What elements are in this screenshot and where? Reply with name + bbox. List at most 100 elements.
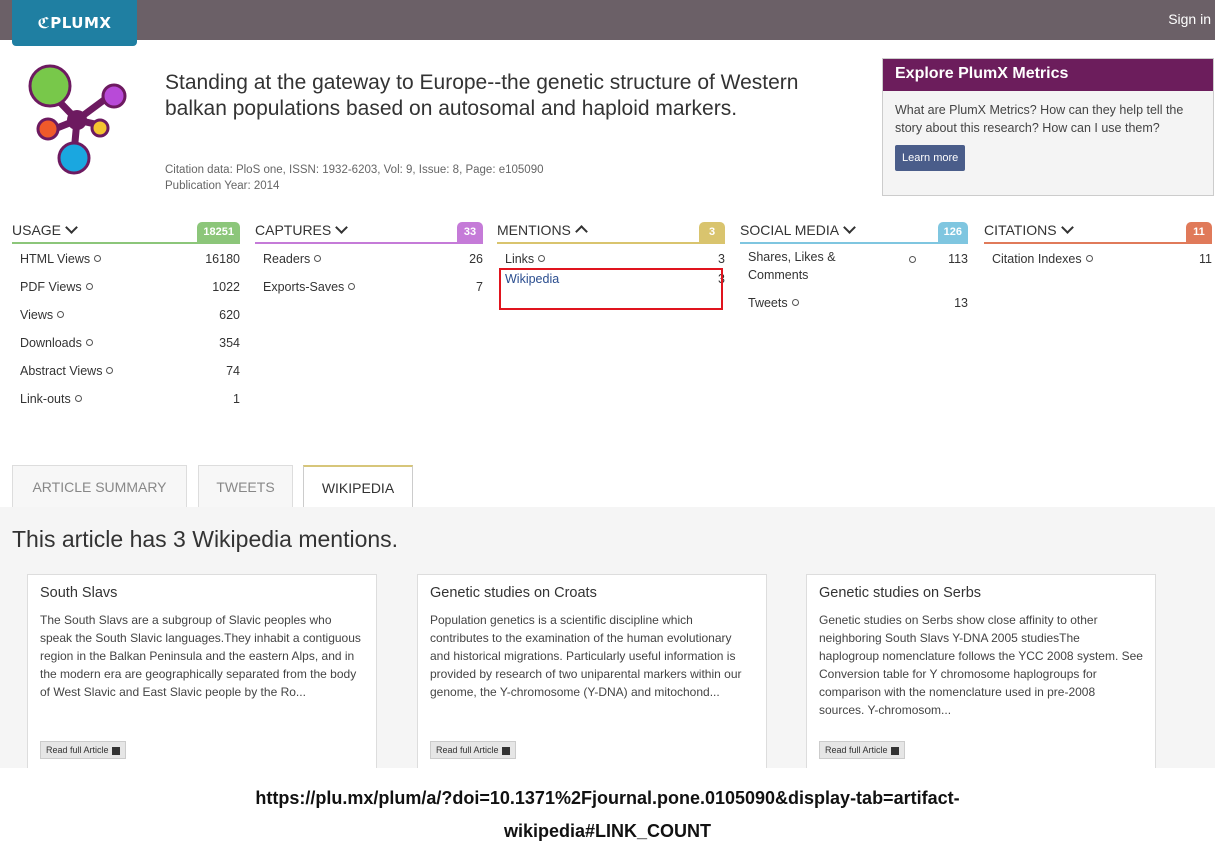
metric-row: Links 3 xyxy=(497,244,725,266)
wikipedia-highlight-box xyxy=(499,268,723,310)
metric-value: 620 xyxy=(219,308,240,322)
explore-metrics-box: Explore PlumX Metrics What are PlumX Met… xyxy=(882,58,1214,196)
captures-label: CAPTURES xyxy=(255,222,332,238)
metric-value: 354 xyxy=(219,336,240,350)
metric-row: Downloads 354 xyxy=(12,328,240,356)
metric-value: 11 xyxy=(1199,252,1212,266)
social-media-column: SOCIAL MEDIA 126 Shares, Likes & Comment… xyxy=(740,221,968,316)
read-full-article-button[interactable]: Read full Article xyxy=(40,741,126,759)
usage-header[interactable]: USAGE 18251 xyxy=(12,221,240,244)
url-caption: https://plu.mx/plum/a/?doi=10.1371%2Fjou… xyxy=(0,782,1215,848)
learn-more-button[interactable]: Learn more xyxy=(895,145,966,171)
metric-value: 113 xyxy=(948,252,968,266)
info-icon[interactable] xyxy=(538,255,546,263)
metric-row: Abstract Views 74 xyxy=(12,356,240,384)
usage-label: USAGE xyxy=(12,222,62,238)
info-icon[interactable] xyxy=(85,283,93,291)
metric-value: 16180 xyxy=(205,252,240,266)
info-icon[interactable] xyxy=(348,283,356,291)
captures-count-badge: 33 xyxy=(457,222,483,242)
citations-label: CITATIONS xyxy=(984,222,1057,238)
info-icon[interactable] xyxy=(314,255,322,263)
social-media-label: SOCIAL MEDIA xyxy=(740,222,840,238)
info-icon[interactable] xyxy=(106,367,114,375)
chevron-down-icon xyxy=(1060,221,1074,234)
top-bar: ℭPLUMX Sign in xyxy=(0,0,1215,46)
social-media-count-badge: 126 xyxy=(937,222,968,242)
tab-tweets[interactable]: TWEETS xyxy=(198,465,293,507)
metric-label: Downloads xyxy=(20,336,82,350)
tab-wikipedia[interactable]: WIKIPEDIA xyxy=(303,465,413,508)
citation-info: Citation data: PloS one, ISSN: 1932-6203… xyxy=(165,162,543,194)
metric-row: Readers 26 xyxy=(255,244,483,272)
card-excerpt: The South Slavs are a subgroup of Slavic… xyxy=(40,613,361,699)
info-icon[interactable] xyxy=(1085,255,1093,263)
metric-label: Views xyxy=(20,308,54,322)
wikipedia-card: South Slavs The South Slavs are a subgro… xyxy=(27,574,377,768)
info-icon[interactable] xyxy=(94,255,102,263)
tab-article-summary[interactable]: ARTICLE SUMMARY xyxy=(12,465,187,507)
social-media-header[interactable]: SOCIAL MEDIA 126 xyxy=(740,221,968,244)
chevron-down-icon xyxy=(843,221,856,234)
captures-column: CAPTURES 33 Readers 26 Exports-Saves 7 xyxy=(255,221,483,300)
metric-value: 1022 xyxy=(212,280,240,294)
metric-row: Citation Indexes 11 xyxy=(984,244,1212,272)
metric-value: 74 xyxy=(226,364,240,378)
citations-header[interactable]: CITATIONS 11 xyxy=(984,221,1212,244)
info-icon[interactable] xyxy=(74,395,82,403)
card-title[interactable]: Genetic studies on Croats xyxy=(430,585,754,601)
publication-year: Publication Year: 2014 xyxy=(165,180,280,192)
metric-row: Views 620 xyxy=(12,300,240,328)
read-button-label: Read full Article xyxy=(825,745,888,755)
article-title: Standing at the gateway to Europe--the g… xyxy=(165,71,799,120)
captures-header[interactable]: CAPTURES 33 xyxy=(255,221,483,244)
mentions-label: MENTIONS xyxy=(497,222,571,238)
read-button-label: Read full Article xyxy=(46,745,109,755)
metric-label: Abstract Views xyxy=(20,364,103,378)
plumx-logo[interactable]: ℭPLUMX xyxy=(12,0,137,46)
wikipedia-card: Genetic studies on Croats Population gen… xyxy=(417,574,767,768)
mentions-header[interactable]: MENTIONS 3 xyxy=(497,222,725,244)
tab-bar: ARTICLE SUMMARY TWEETS WIKIPEDIA xyxy=(0,465,1215,508)
citations-count-badge: 11 xyxy=(1186,222,1212,242)
card-excerpt: Genetic studies on Serbs show close affi… xyxy=(819,613,1143,717)
metric-label: Readers xyxy=(263,252,311,266)
plumx-page: ℭPLUMX Sign in Standing at the gateway t… xyxy=(0,0,1215,768)
metric-row: PDF Views 1022 xyxy=(12,272,240,300)
wikipedia-card: Genetic studies on Serbs Genetic studies… xyxy=(806,574,1156,768)
info-icon[interactable] xyxy=(85,339,93,347)
metric-row: Tweets 13 xyxy=(740,288,968,316)
explore-description: What are PlumX Metrics? How can they hel… xyxy=(895,103,1184,135)
read-button-label: Read full Article xyxy=(436,745,499,755)
chevron-up-icon xyxy=(575,225,588,238)
external-link-icon xyxy=(501,746,510,755)
metric-value: 7 xyxy=(476,280,483,294)
metric-row: HTML Views 16180 xyxy=(12,244,240,272)
read-full-article-button[interactable]: Read full Article xyxy=(430,741,516,759)
card-title[interactable]: Genetic studies on Serbs xyxy=(819,585,1143,601)
url-line-1: https://plu.mx/plum/a/?doi=10.1371%2Fjou… xyxy=(255,788,960,808)
mentions-count-badge: 3 xyxy=(699,222,725,242)
read-full-article-button[interactable]: Read full Article xyxy=(819,741,905,759)
metric-row: Exports-Saves 7 xyxy=(255,272,483,300)
mentions-heading: This article has 3 Wikipedia mentions. xyxy=(12,526,399,552)
info-icon[interactable] xyxy=(57,311,65,319)
metric-label: Shares, Likes & Comments xyxy=(748,250,836,282)
explore-title: Explore PlumX Metrics xyxy=(883,59,1213,91)
metric-row: Link-outs 1 xyxy=(12,384,240,412)
usage-count-badge: 18251 xyxy=(197,222,240,242)
info-icon[interactable] xyxy=(791,299,799,307)
external-link-icon xyxy=(890,746,899,755)
chevron-down-icon xyxy=(335,221,349,234)
sign-in-link[interactable]: Sign in xyxy=(1168,11,1211,27)
url-line-2: wikipedia#LINK_COUNT xyxy=(503,821,712,841)
info-icon[interactable] xyxy=(909,256,916,263)
card-title[interactable]: South Slavs xyxy=(40,585,364,601)
external-link-icon xyxy=(111,746,120,755)
usage-column: USAGE 18251 HTML Views 16180 PDF Views 102… xyxy=(12,221,240,412)
metric-value: 26 xyxy=(469,252,483,266)
metric-value: 13 xyxy=(954,296,968,310)
metric-label: Tweets xyxy=(748,296,788,310)
metric-label: Citation Indexes xyxy=(992,252,1082,266)
metric-label: HTML Views xyxy=(20,252,91,266)
